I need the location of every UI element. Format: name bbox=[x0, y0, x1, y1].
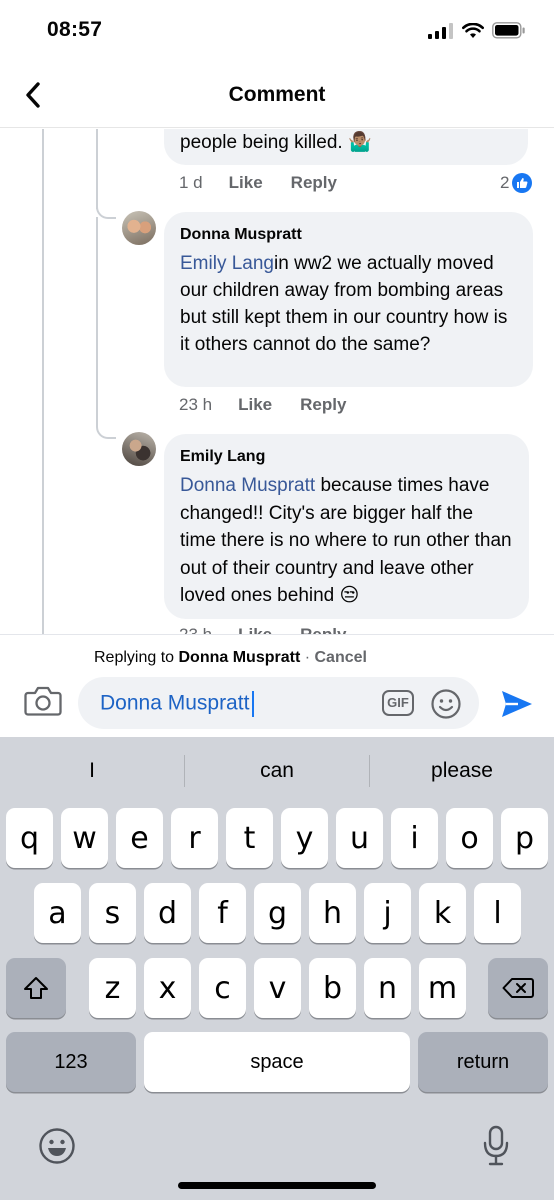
suggestion-item[interactable]: can bbox=[185, 759, 369, 783]
cellular-signal-icon bbox=[428, 22, 453, 39]
suggestion-bar: I can please bbox=[0, 737, 554, 805]
battery-icon bbox=[492, 22, 525, 39]
like-button[interactable]: Like bbox=[238, 625, 272, 634]
mention-link[interactable]: Donna Muspratt bbox=[180, 475, 315, 496]
like-button[interactable]: Like bbox=[229, 173, 263, 193]
key-k[interactable]: k bbox=[419, 883, 466, 943]
comment-time: 23 h bbox=[179, 625, 212, 634]
thread-connector bbox=[96, 417, 116, 439]
key-g[interactable]: g bbox=[254, 883, 301, 943]
comment-bubble: Emily Lang Donna Muspratt because times … bbox=[164, 434, 529, 619]
key-s[interactable]: s bbox=[89, 883, 136, 943]
like-button[interactable]: Like bbox=[238, 395, 272, 415]
reply-composer: Replying to Donna Muspratt · Cancel Donn… bbox=[0, 634, 554, 737]
space-key[interactable]: space bbox=[144, 1032, 410, 1092]
microphone-icon[interactable] bbox=[482, 1125, 510, 1167]
key-d[interactable]: d bbox=[144, 883, 191, 943]
emoji-icon[interactable] bbox=[430, 688, 462, 720]
status-time: 08:57 bbox=[47, 18, 103, 41]
key-l[interactable]: l bbox=[474, 883, 521, 943]
key-n[interactable]: n bbox=[364, 958, 411, 1018]
send-icon[interactable] bbox=[500, 689, 534, 719]
key-w[interactable]: w bbox=[61, 808, 108, 868]
key-u[interactable]: u bbox=[336, 808, 383, 868]
key-o[interactable]: o bbox=[446, 808, 493, 868]
wifi-icon bbox=[462, 22, 484, 38]
comment-text: Donna Muspratt because times have change… bbox=[180, 472, 513, 610]
key-m[interactable]: m bbox=[419, 958, 466, 1018]
nav-header: Comment bbox=[0, 64, 554, 128]
comment-actions: 1 d Like Reply bbox=[179, 173, 365, 193]
thread-connector bbox=[96, 197, 116, 219]
home-indicator[interactable] bbox=[178, 1182, 376, 1189]
reply-button[interactable]: Reply bbox=[291, 173, 337, 193]
key-c[interactable]: c bbox=[199, 958, 246, 1018]
key-j[interactable]: j bbox=[364, 883, 411, 943]
page-title: Comment bbox=[228, 83, 326, 106]
comment-text: people being killed. 🤷🏽‍♂️ bbox=[180, 132, 372, 153]
reaction-summary[interactable]: 2 bbox=[500, 173, 533, 193]
key-y[interactable]: y bbox=[281, 808, 328, 868]
comment-bubble: Donna Muspratt Emily Langin ww2 we actua… bbox=[164, 212, 533, 387]
emoji-keyboard-icon[interactable] bbox=[38, 1127, 76, 1165]
backspace-icon bbox=[502, 978, 534, 998]
key-q[interactable]: q bbox=[6, 808, 53, 868]
status-bar: 08:57 bbox=[0, 0, 554, 60]
replying-to-name: Donna Muspratt bbox=[178, 649, 301, 666]
comment-time: 23 h bbox=[179, 395, 213, 414]
key-e[interactable]: e bbox=[116, 808, 163, 868]
comment-actions: 23 h Like Reply bbox=[179, 395, 374, 415]
camera-icon[interactable] bbox=[24, 685, 62, 717]
thumbs-up-icon bbox=[512, 173, 533, 193]
reaction-count: 2 bbox=[500, 173, 510, 192]
comment-bubble: people being killed. 🤷🏽‍♂️ bbox=[164, 129, 528, 165]
key-t[interactable]: t bbox=[226, 808, 273, 868]
reply-button[interactable]: Reply bbox=[300, 625, 346, 634]
comment-text: Emily Langin ww2 we actually moved our c… bbox=[180, 250, 517, 358]
return-key[interactable]: return bbox=[418, 1032, 548, 1092]
key-r[interactable]: r bbox=[171, 808, 218, 868]
avatar[interactable] bbox=[122, 432, 156, 466]
keyboard: I can please q w e r t y u i o p a s d f… bbox=[0, 737, 554, 1200]
comments-list: people being killed. 🤷🏽‍♂️ 1 d Like Repl… bbox=[0, 129, 554, 634]
key-a[interactable]: a bbox=[34, 883, 81, 943]
shift-icon bbox=[24, 977, 48, 999]
reply-input-value: Donna Muspratt bbox=[100, 691, 255, 717]
replying-to-label: Replying to Donna Muspratt · Cancel bbox=[94, 649, 367, 666]
key-h[interactable]: h bbox=[309, 883, 356, 943]
mention-link[interactable]: Emily Lang bbox=[180, 253, 274, 274]
suggestion-item[interactable]: please bbox=[370, 759, 554, 783]
key-i[interactable]: i bbox=[391, 808, 438, 868]
reply-input[interactable]: Donna Muspratt GIF bbox=[78, 677, 479, 729]
key-v[interactable]: v bbox=[254, 958, 301, 1018]
shift-key[interactable] bbox=[6, 958, 66, 1018]
text-caret bbox=[252, 691, 255, 717]
thread-line bbox=[42, 129, 44, 634]
suggestion-item[interactable]: I bbox=[0, 759, 184, 783]
key-p[interactable]: p bbox=[501, 808, 548, 868]
cancel-reply-button[interactable]: Cancel bbox=[315, 649, 367, 666]
comment-author[interactable]: Emily Lang bbox=[180, 448, 513, 466]
thread-line bbox=[96, 217, 98, 417]
status-icons bbox=[428, 22, 526, 39]
comment-author[interactable]: Donna Muspratt bbox=[180, 226, 517, 244]
key-z[interactable]: z bbox=[89, 958, 136, 1018]
reply-button[interactable]: Reply bbox=[300, 395, 346, 415]
comment-time: 1 d bbox=[179, 173, 203, 192]
avatar[interactable] bbox=[122, 211, 156, 245]
key-x[interactable]: x bbox=[144, 958, 191, 1018]
numbers-key[interactable]: 123 bbox=[6, 1032, 136, 1092]
key-f[interactable]: f bbox=[199, 883, 246, 943]
delete-key[interactable] bbox=[488, 958, 548, 1018]
key-b[interactable]: b bbox=[309, 958, 356, 1018]
gif-button[interactable]: GIF bbox=[382, 690, 414, 716]
comment-actions: 23 h Like Reply bbox=[179, 625, 374, 634]
